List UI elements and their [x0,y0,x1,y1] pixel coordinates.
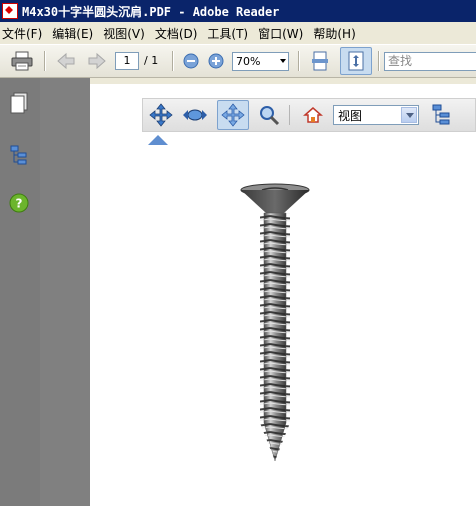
pan-icon [221,103,245,127]
zoom-out-icon [183,53,199,69]
toolbar-separator [172,51,174,71]
menu-window[interactable]: 窗口(W) [256,25,311,42]
fit-width-button[interactable] [306,50,334,72]
next-page-icon [88,52,106,70]
view-select-value: 视图 [338,109,363,123]
page-number-input[interactable]: 1 [115,52,139,70]
adobe-reader-icon [2,3,18,19]
bookmarks-button[interactable] [8,144,30,166]
next-page-button[interactable] [84,50,110,72]
rotate-icon [149,103,173,127]
zoom-icon [260,106,280,126]
fit-page-button[interactable] [340,47,372,75]
spin-button[interactable] [181,102,209,128]
title-bar: M4x30十字半圆头沉肩.PDF - Adobe Reader [0,0,476,22]
toolbar-separator [289,105,290,125]
help-icon: ? [9,193,29,213]
zoom-tool-button[interactable] [255,102,283,128]
menu-help[interactable]: 帮助(H) [311,25,363,42]
previous-page-button[interactable] [53,50,79,72]
menu-bar: 文件(F) 编辑(E) 视图(V) 文档(D) 工具(T) 窗口(W) 帮助(H… [0,22,476,44]
menu-document[interactable]: 文档(D) [153,25,206,42]
3d-toolbar: 视图 [142,98,476,132]
svg-text:?: ? [16,197,23,211]
home-view-button[interactable] [299,102,327,128]
document-background [40,78,90,506]
printer-icon [11,51,33,71]
pages-button[interactable] [8,92,30,114]
view-select[interactable]: 视图 [333,105,419,125]
document-page: 视图 [90,84,476,506]
pan-button[interactable] [217,100,249,130]
zoom-select[interactable]: 70% [232,52,289,71]
zoom-value: 70% [236,55,261,68]
toolbar-separator [378,51,380,71]
zoom-in-button[interactable] [205,50,227,72]
zoom-in-icon [208,53,224,69]
pages-icon [10,92,28,114]
menu-edit[interactable]: 编辑(E) [50,25,101,42]
rotate-button[interactable] [147,102,175,128]
fit-width-icon [312,51,328,71]
menu-file[interactable]: 文件(F) [0,25,50,42]
menu-view[interactable]: 视图(V) [101,25,153,42]
chevron-down-icon [280,59,286,63]
model-tree-icon [432,104,450,125]
chevron-down-icon [401,107,417,123]
home-view-icon [303,107,323,123]
fit-page-icon [348,51,364,71]
help-button[interactable]: ? [8,192,30,214]
navigation-panel: ? [0,78,40,506]
print-button[interactable] [8,50,36,72]
main-toolbar: 1 / 1 70% 查找 [0,44,476,78]
toolbar-separator [44,51,46,71]
toolbar-separator [298,51,300,71]
collapse-toolbar-icon[interactable] [148,135,168,145]
search-input[interactable]: 查找 [384,52,476,71]
model-tree-button[interactable] [427,102,455,128]
window-title: M4x30十字半圆头沉肩.PDF - Adobe Reader [22,4,280,19]
menu-tools[interactable]: 工具(T) [205,25,256,42]
page-total: / 1 [144,54,159,67]
previous-page-icon [57,52,75,70]
bookmarks-icon [10,145,27,165]
zoom-out-button[interactable] [180,50,202,72]
spin-icon [183,109,207,121]
3d-screw-model[interactable] [220,183,330,473]
